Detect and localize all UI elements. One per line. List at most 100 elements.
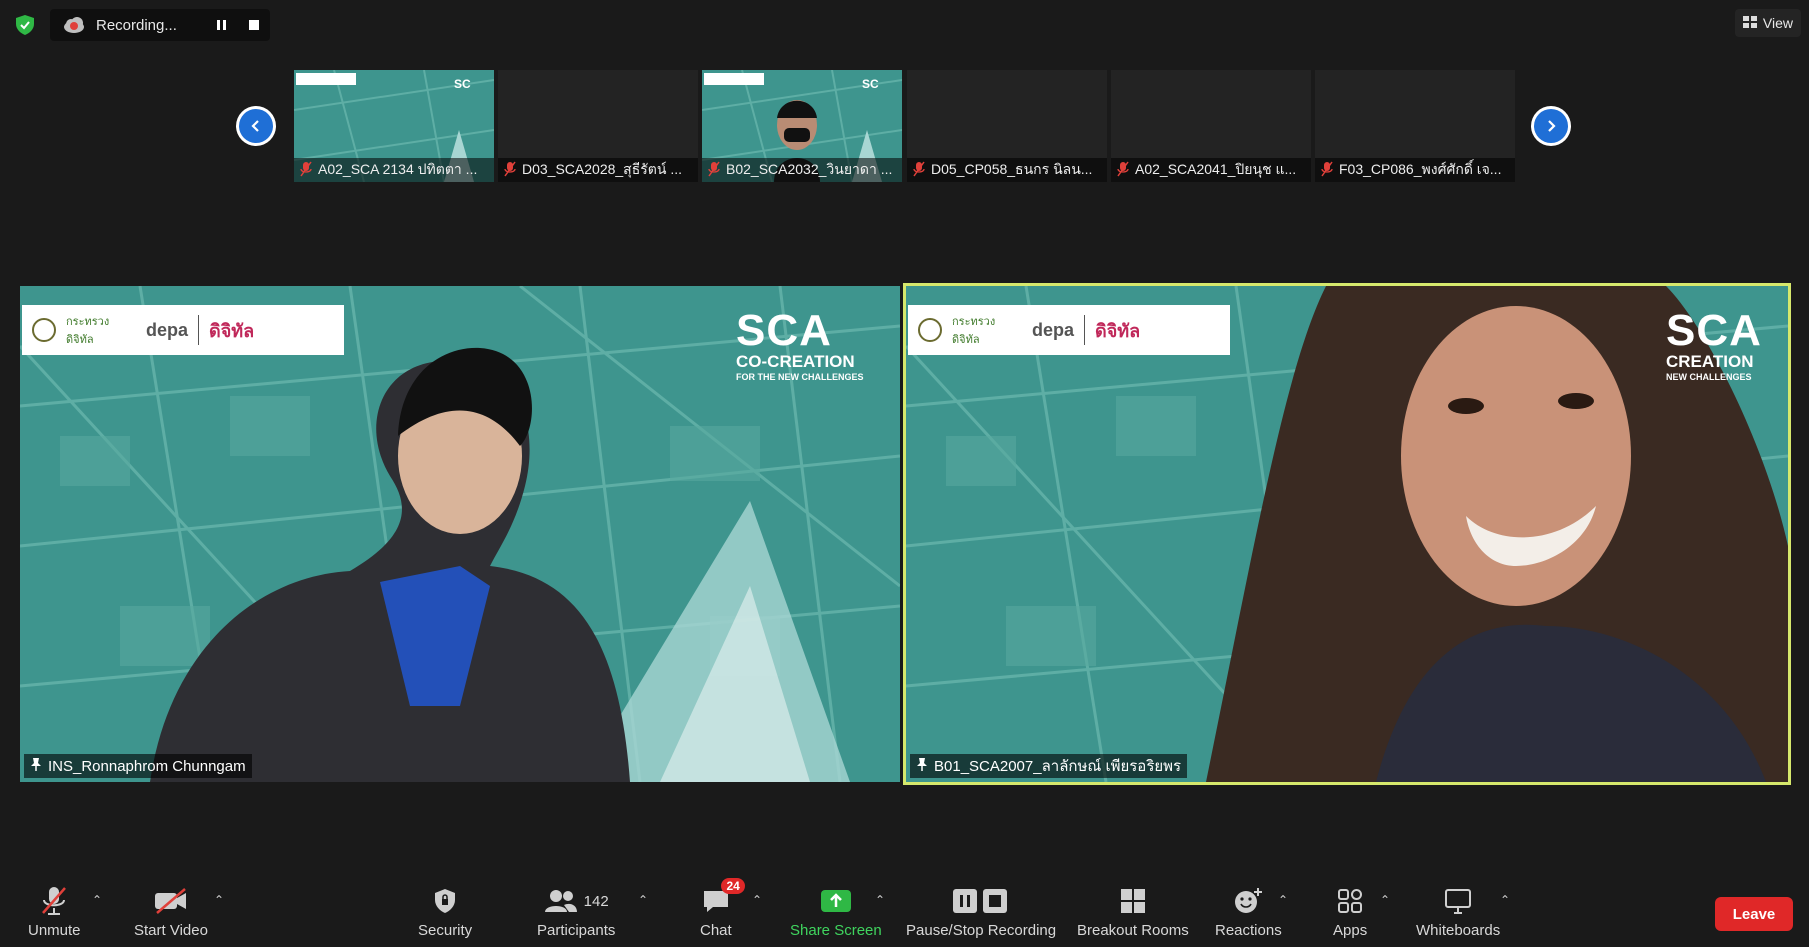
sca-brand-title: SCA	[736, 306, 832, 355]
pin-icon	[30, 757, 42, 775]
depa-logo: depa	[1032, 319, 1075, 340]
muted-microphone-icon	[1117, 161, 1129, 180]
participant-name: INS_Ronnaphrom Chunngam	[48, 757, 246, 775]
thumbnail-name: D05_CP058_ธนกร นิลน...	[931, 161, 1093, 177]
sca-brand: SCA CREATION NEW CHALLENGES	[1666, 306, 1762, 382]
leave-button[interactable]: Leave	[1715, 897, 1793, 931]
sponsor-logo-bar: กระทรวงดิจิทัล depa ดิจิทัล	[908, 305, 1230, 355]
apps-icon	[1336, 884, 1364, 918]
grid-view-icon	[1742, 15, 1757, 31]
participants-options-caret[interactable]: ⌃	[638, 893, 648, 907]
reactions-button[interactable]: Reactions	[1215, 884, 1282, 939]
participant-name-tag: B01_SCA2007_ลาลักษณ์ เพียรอริยพร	[910, 754, 1188, 778]
chat-bubble-icon: 24	[701, 878, 745, 918]
share-options-caret[interactable]: ⌃	[875, 893, 885, 907]
pause-stop-icon	[951, 884, 1011, 918]
pause-stop-recording-button[interactable]: Pause/Stop Recording	[906, 884, 1056, 939]
start-video-button[interactable]: Start Video	[134, 884, 208, 939]
digital-logo: ดิจิทัล	[209, 320, 255, 341]
recording-label: Recording...	[96, 16, 177, 34]
breakout-rooms-button[interactable]: Breakout Rooms	[1077, 884, 1189, 939]
thumbnail-label: A02_SCA 2134 ปทิตตา ...	[294, 158, 494, 182]
participants-icon: 142	[544, 884, 609, 918]
shield-icon	[432, 884, 458, 918]
digital-logo: ดิจิทัล	[1095, 320, 1141, 341]
participant-thumbnail[interactable]: SC B02_SCA2032_วินยาดา ...	[702, 70, 902, 182]
chevron-left-icon	[239, 109, 273, 143]
pin-icon	[916, 757, 928, 775]
logo-divider	[198, 315, 200, 345]
thumbnail-label: B02_SCA2032_วินยาดา ...	[702, 158, 902, 182]
thumbnail-name: D03_SCA2028_สุธีรัตน์ ...	[522, 161, 683, 177]
participant-thumbnail[interactable]: D05_CP058_ธนกร นิลน...	[907, 70, 1107, 182]
encryption-shield-icon[interactable]	[14, 14, 36, 36]
meeting-toolbar: Unmute ⌃ Start Video ⌃ Security 142 Part…	[0, 867, 1809, 947]
video-options-caret[interactable]: ⌃	[214, 893, 224, 907]
ministry-seal-icon	[32, 318, 56, 342]
reactions-label: Reactions	[1215, 922, 1282, 939]
thumbnail-label: F03_CP086_พงศ์ศักดิ์ เจ...	[1315, 158, 1515, 182]
smiley-icon	[1233, 884, 1263, 918]
breakout-rooms-label: Breakout Rooms	[1077, 922, 1189, 939]
view-button[interactable]: View	[1734, 9, 1801, 37]
apps-button[interactable]: Apps	[1333, 884, 1367, 939]
sca-brand-line1: CO-CREATION	[736, 352, 855, 371]
thumbnail-name: A02_SCA 2134 ปทิตตา ...	[318, 161, 478, 177]
participant-name-tag: INS_Ronnaphrom Chunngam	[24, 754, 252, 778]
view-label: View	[1762, 15, 1793, 31]
video-off-icon	[153, 884, 189, 918]
reactions-options-caret[interactable]: ⌃	[1278, 893, 1288, 907]
unmute-button[interactable]: Unmute	[28, 884, 81, 939]
muted-microphone-icon	[1321, 161, 1333, 180]
chat-button[interactable]: 24 Chat	[700, 878, 745, 939]
sca-brand-line2: FOR THE NEW CHALLENGES	[736, 372, 864, 382]
thumbnail-label: D03_SCA2028_สุธีรัตน์ ...	[498, 158, 698, 182]
recording-indicator: Recording...	[50, 9, 270, 41]
video-tile-host[interactable]: กระทรวงดิจิทัล depa ดิจิทัล SCA CO-CREAT…	[20, 286, 900, 782]
participants-button[interactable]: 142 Participants	[537, 884, 615, 939]
security-button[interactable]: Security	[418, 884, 472, 939]
chat-unread-badge: 24	[721, 878, 745, 894]
thumbnail-name: F03_CP086_พงศ์ศักดิ์ เจ...	[1339, 161, 1502, 177]
share-screen-icon	[820, 884, 852, 918]
apps-label: Apps	[1333, 922, 1368, 939]
participant-thumbnail[interactable]: D03_SCA2028_สุธีรัตน์ ...	[498, 70, 698, 182]
share-screen-button[interactable]: Share Screen	[790, 884, 882, 939]
chat-options-caret[interactable]: ⌃	[752, 893, 762, 907]
sponsor-logo-bar: กระทรวงดิจิทัล depa ดิจิทัล	[22, 305, 344, 355]
whiteboards-options-caret[interactable]: ⌃	[1500, 893, 1510, 907]
sca-brand-line1: CREATION	[1666, 352, 1754, 371]
participant-thumbnail[interactable]: F03_CP086_พงศ์ศักดิ์ เจ...	[1315, 70, 1515, 182]
start-video-label: Start Video	[134, 922, 208, 939]
participants-label: Participants	[537, 922, 616, 939]
virtual-background	[906, 286, 1788, 782]
whiteboards-button[interactable]: Whiteboards	[1416, 884, 1500, 939]
muted-microphone-icon	[39, 884, 69, 918]
previous-page-button[interactable]	[236, 106, 276, 146]
pause-recording-button[interactable]	[206, 9, 238, 41]
ministry-seal-icon	[918, 318, 942, 342]
stop-recording-button[interactable]	[238, 9, 270, 41]
muted-microphone-icon	[913, 161, 925, 180]
participant-thumbnail[interactable]: A02_SCA2041_ปิยนุช แ...	[1111, 70, 1311, 182]
thumbnail-name: A02_SCA2041_ปิยนุช แ...	[1135, 161, 1297, 177]
audio-options-caret[interactable]: ⌃	[92, 893, 102, 907]
whiteboards-label: Whiteboards	[1416, 922, 1501, 939]
cloud-recording-icon	[62, 13, 86, 37]
apps-options-caret[interactable]: ⌃	[1380, 893, 1390, 907]
muted-microphone-icon	[504, 161, 516, 180]
participant-thumbnail[interactable]: SC A02_SCA 2134 ปทิตตา ...	[294, 70, 494, 182]
pause-stop-recording-label: Pause/Stop Recording	[906, 922, 1057, 939]
sca-brand-title: SCA	[1666, 306, 1762, 355]
chevron-right-icon	[1534, 109, 1568, 143]
participants-count: 142	[583, 892, 609, 910]
muted-microphone-icon	[300, 161, 312, 180]
muted-microphone-icon	[708, 161, 720, 180]
thumbnail-name: B02_SCA2032_วินยาดา ...	[726, 161, 893, 177]
video-tile-active-speaker[interactable]: กระทรวงดิจิทัล depa ดิจิทัล SCA CREATION…	[903, 283, 1791, 785]
thumbnail-label: A02_SCA2041_ปิยนุช แ...	[1111, 158, 1311, 182]
participant-name: B01_SCA2007_ลาลักษณ์ เพียรอริยพร	[934, 758, 1182, 775]
sca-brand: SCA CO-CREATION FOR THE NEW CHALLENGES	[736, 306, 864, 382]
thumbnail-label: D05_CP058_ธนกร นิลน...	[907, 158, 1107, 182]
next-page-button[interactable]	[1531, 106, 1571, 146]
